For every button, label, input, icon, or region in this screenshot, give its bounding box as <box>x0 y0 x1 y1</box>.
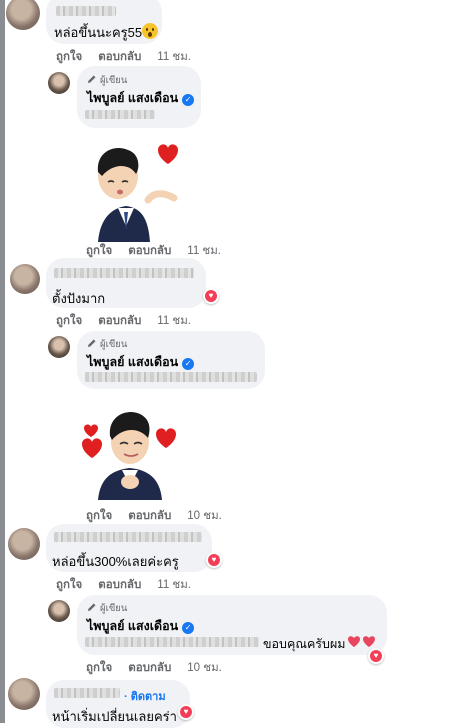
author-badge: ผู้เขียน <box>87 601 127 616</box>
like-button[interactable]: ถูกใจ <box>56 51 82 63</box>
redacted-name <box>54 268 194 278</box>
avatar[interactable] <box>8 528 40 560</box>
sticker-art-icon <box>82 412 176 500</box>
broken-heart-emoji-icon <box>348 636 375 647</box>
pencil-icon <box>88 75 96 83</box>
author-tag-label: ผู้เขียน <box>100 603 128 614</box>
verified-badge-icon: ✓ <box>182 94 195 106</box>
avatar[interactable] <box>8 678 40 710</box>
reply-button[interactable]: ตอบกลับ <box>128 245 171 257</box>
comment-text-visible: ขอบคุณครับผม <box>263 637 346 651</box>
redacted-text <box>85 637 259 647</box>
comment-actions: ถูกใจ ตอบกลับ 11 ชม. <box>56 312 207 330</box>
author-name-text[interactable]: ไพบูลย์ แสงเดือน <box>87 91 178 105</box>
author-badge: ผู้เขียน <box>87 337 127 352</box>
like-button[interactable]: ถูกใจ <box>56 315 82 327</box>
reply-button[interactable]: ตอบกลับ <box>128 510 171 522</box>
like-button[interactable]: ถูกใจ <box>56 579 82 591</box>
left-edge-bar <box>0 0 5 723</box>
redacted-name <box>54 532 202 542</box>
pencil-icon <box>88 339 96 347</box>
author-avatar[interactable] <box>48 336 70 358</box>
redacted-text <box>85 372 257 382</box>
timestamp[interactable]: 11 ชม. <box>157 579 191 591</box>
author-tag-label: ผู้เขียน <box>100 75 128 86</box>
avatar[interactable] <box>10 264 40 294</box>
reply-button[interactable]: ตอบกลับ <box>98 579 141 591</box>
author-name-text[interactable]: ไพบูลย์ แสงเดือน <box>87 355 178 369</box>
comment-bubble: หล่อขึ้น300%เลยค่ะครู <box>46 524 212 572</box>
comment-text: ตั้งปังมาก <box>52 291 106 306</box>
author-reply-bubble: ผู้เขียน ไพบูลย์ แสงเดือน ✓ ขอบคุณครับผม <box>77 595 387 655</box>
like-button[interactable]: ถูกใจ <box>86 662 112 674</box>
comment-actions: ถูกใจ ตอบกลับ 10 ชม. <box>86 659 238 677</box>
author-badge: ผู้เขียน <box>87 73 127 88</box>
comment-actions: ถูกใจ ตอบกลับ 10 ชม. <box>86 507 238 525</box>
sticker-art-icon <box>97 144 178 242</box>
verified-badge-icon: ✓ <box>182 622 195 634</box>
author-reply-bubble: ผู้เขียน ไพบูลย์ แสงเดือน ✓ <box>77 331 265 389</box>
comment-bubble: ตั้งปังมาก <box>46 258 206 308</box>
redacted-name <box>56 6 116 16</box>
author-name[interactable]: ไพบูลย์ แสงเดือน ✓ <box>87 352 195 372</box>
like-button[interactable]: ถูกใจ <box>86 245 112 257</box>
hearts-sticker <box>80 400 180 502</box>
author-reply-bubble: ผู้เขียน ไพบูลย์ แสงเดือน ✓ <box>77 66 201 128</box>
redacted-name <box>54 688 120 698</box>
reply-button[interactable]: ตอบกลับ <box>128 662 171 674</box>
comment-text: หล่อขึ้น300%เลยค่ะครู <box>52 554 179 569</box>
reply-button[interactable]: ตอบกลับ <box>98 51 141 63</box>
timestamp[interactable]: 10 ชม. <box>187 662 222 674</box>
pencil-icon <box>88 603 96 611</box>
author-name-text[interactable]: ไพบูลย์ แสงเดือน <box>87 619 178 633</box>
avatar[interactable] <box>6 0 40 30</box>
timestamp[interactable]: 11 ชม. <box>157 315 191 327</box>
author-tag-label: ผู้เขียน <box>100 339 128 350</box>
timestamp[interactable]: 10 ชม. <box>187 510 222 522</box>
hushed-face-emoji <box>142 23 158 39</box>
author-name[interactable]: ไพบูลย์ แสงเดือน ✓ <box>87 616 195 636</box>
love-reaction-icon[interactable]: ♥ <box>206 552 222 568</box>
love-reaction-icon[interactable]: ♥ <box>368 648 384 664</box>
author-avatar[interactable] <box>48 72 70 94</box>
comment-bubble: หล่อขึ้นนะครู55 <box>46 0 162 44</box>
comment-bubble: · ติดตาม หน้าเริ่มเปลี่ยนเลยคร่า <box>46 680 190 728</box>
comment-actions: ถูกใจ ตอบกลับ 11 ชม. <box>56 48 207 66</box>
comment-text: หล่อขึ้นนะครู55 <box>54 25 143 40</box>
timestamp[interactable]: 11 ชม. <box>157 51 191 63</box>
verified-badge-icon: ✓ <box>182 358 195 370</box>
blowing-kiss-sticker <box>84 142 184 242</box>
reply-button[interactable]: ตอบกลับ <box>98 315 141 327</box>
love-reaction-icon[interactable]: ♥ <box>203 288 219 304</box>
like-button[interactable]: ถูกใจ <box>86 510 112 522</box>
redacted-text <box>85 110 155 119</box>
author-avatar[interactable] <box>48 600 70 622</box>
love-reaction-icon[interactable]: ♥ <box>178 704 194 720</box>
follow-link[interactable]: · ติดตาม <box>124 687 166 705</box>
author-name[interactable]: ไพบูลย์ แสงเดือน ✓ <box>87 88 195 108</box>
timestamp[interactable]: 11 ชม. <box>187 245 221 257</box>
comment-actions: ถูกใจ ตอบกลับ 11 ชม. <box>56 576 207 594</box>
comment-text: หน้าเริ่มเปลี่ยนเลยคร่า <box>52 709 177 724</box>
